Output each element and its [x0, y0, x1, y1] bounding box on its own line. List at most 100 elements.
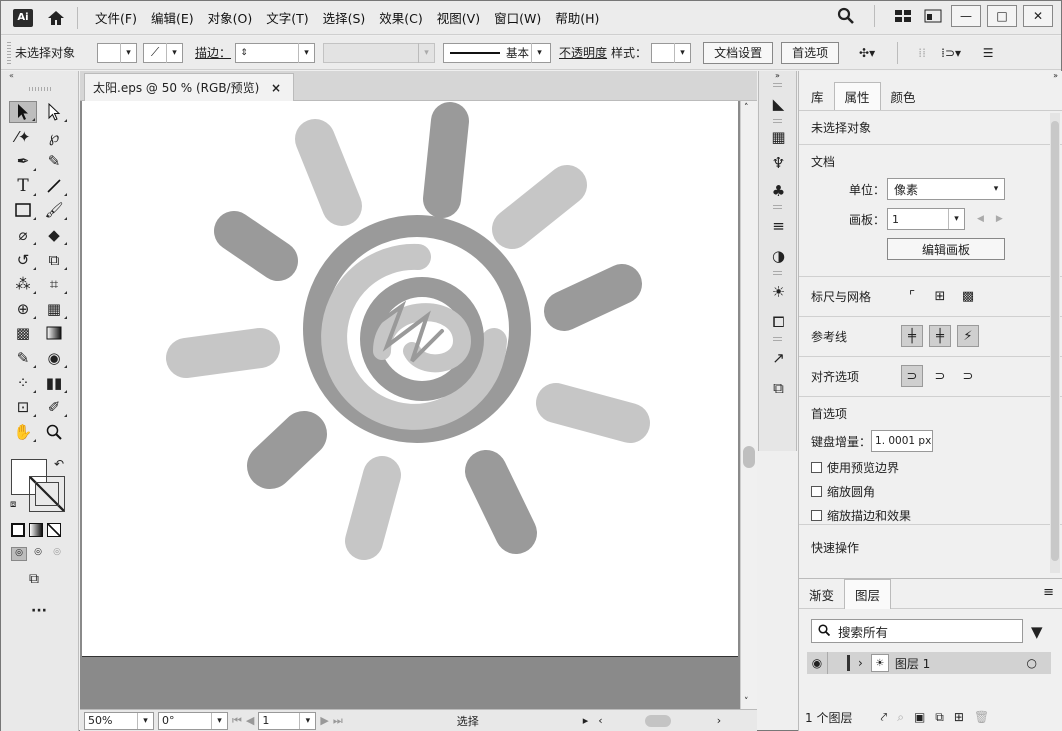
libraries-icon[interactable]: ◣: [759, 89, 798, 119]
checkbox-scale-corners[interactable]: 缩放圆角: [811, 483, 1050, 500]
delete-layer-icon[interactable]: 🗑: [974, 710, 989, 724]
search-icon[interactable]: [834, 5, 858, 27]
lock-toggle[interactable]: [827, 652, 847, 674]
artboard[interactable]: [82, 101, 738, 657]
mesh-tool-icon[interactable]: ▩: [9, 322, 37, 344]
snap-point-icon[interactable]: ⁞⊃▾: [934, 42, 968, 64]
menu-select[interactable]: 选择(S): [316, 8, 373, 27]
tab-color[interactable]: 颜色: [881, 82, 926, 110]
paintbrush-tool-icon[interactable]: 🖌: [40, 199, 68, 221]
layers-search-input[interactable]: 搜索所有: [811, 619, 1023, 643]
export-layer-icon[interactable]: ⤤: [880, 710, 887, 725]
artboard-dropdown[interactable]: 1 ▾: [887, 208, 965, 230]
tab-properties[interactable]: 属性: [833, 82, 881, 110]
chevron-right-icon[interactable]: ›: [858, 656, 863, 670]
default-fill-stroke-icon[interactable]: ⧈: [10, 499, 16, 510]
checkbox[interactable]: [811, 486, 822, 497]
swap-fill-stroke-icon[interactable]: ↶: [54, 457, 64, 471]
zoom-tool-icon[interactable]: [40, 421, 68, 443]
collapse-panel-icon[interactable]: »: [759, 71, 796, 83]
layer-row[interactable]: ◉ › ☀ 图层 1 ○: [807, 652, 1051, 674]
panel-menu-icon[interactable]: ☰: [976, 42, 1000, 64]
swatches-icon[interactable]: ▦: [759, 125, 798, 149]
tab-layers[interactable]: 图层: [844, 579, 892, 609]
selection-tool-icon[interactable]: [9, 101, 37, 123]
direct-selection-tool-icon[interactable]: [40, 101, 68, 123]
scroll-left-icon[interactable]: ‹: [598, 714, 602, 727]
appearance-icon[interactable]: ☀: [759, 277, 798, 307]
stroke-panel-icon[interactable]: ≡: [759, 211, 798, 241]
menu-view[interactable]: 视图(V): [430, 8, 487, 27]
more-tools-icon[interactable]: ···: [31, 603, 47, 619]
new-layer-icon[interactable]: ⊞: [954, 710, 964, 724]
minimize-button[interactable]: —: [951, 5, 981, 27]
checkbox[interactable]: [811, 510, 822, 521]
document-tab[interactable]: 太阳.eps @ 50 % (RGB/预览) ×: [84, 73, 294, 101]
artboard-number-dropdown[interactable]: 1 ▾: [258, 711, 317, 730]
artboards-icon[interactable]: ⧉: [759, 373, 798, 403]
scale-tool-icon[interactable]: ⧉: [40, 249, 68, 271]
graphic-styles-icon[interactable]: ⧠: [759, 307, 798, 337]
opacity-label[interactable]: 不透明度: [559, 44, 607, 61]
perspective-grid-tool-icon[interactable]: ▦: [40, 298, 68, 320]
grip-handle[interactable]: [7, 41, 11, 64]
symbols-icon[interactable]: ♣: [759, 177, 798, 205]
maximize-button[interactable]: □: [987, 5, 1017, 27]
document-setup-button[interactable]: 文档设置: [703, 41, 774, 64]
panel-menu-icon[interactable]: ≡: [1035, 579, 1062, 608]
symbol-sprayer-tool-icon[interactable]: ⁘: [9, 372, 37, 394]
preferences-button[interactable]: 首选项: [781, 41, 840, 64]
scroll-thumb[interactable]: [743, 446, 755, 468]
prev-artboard-icon[interactable]: ◀: [977, 214, 984, 224]
visibility-eye-icon[interactable]: ◉: [807, 656, 827, 670]
keyboard-increment-input[interactable]: 1. 0001 px: [871, 430, 934, 452]
blend-tool-icon[interactable]: ◉: [40, 347, 68, 369]
hand-tool-icon[interactable]: ✋: [9, 421, 37, 443]
scroll-thumb[interactable]: [1051, 121, 1059, 561]
draw-normal-icon[interactable]: ◎: [11, 547, 27, 561]
prev-artboard-icon[interactable]: ◀: [246, 714, 254, 727]
checkbox[interactable]: [811, 462, 822, 473]
home-icon[interactable]: [45, 8, 67, 28]
menu-help[interactable]: 帮助(H): [548, 8, 606, 27]
close-button[interactable]: ✕: [1023, 5, 1053, 27]
menu-type[interactable]: 文字(T): [259, 8, 315, 27]
lock-guides-icon[interactable]: ╪: [929, 325, 951, 347]
artboard-tool-icon[interactable]: ⊡: [9, 396, 37, 418]
free-transform-tool-icon[interactable]: ⌗: [40, 273, 68, 295]
align-icon[interactable]: ⁞⁞: [910, 42, 934, 64]
grid-icon[interactable]: ⊞: [929, 285, 951, 307]
draw-behind-icon[interactable]: ◎: [30, 547, 46, 561]
snap-to-point-icon[interactable]: ⊃: [901, 365, 923, 387]
zoom-dropdown[interactable]: 50% ▾: [84, 711, 154, 730]
vertical-scrollbar[interactable]: ˄ ˅: [740, 101, 757, 709]
rectangle-tool-icon[interactable]: [9, 199, 37, 221]
properties-scrollbar[interactable]: [1050, 113, 1060, 573]
slice-tool-icon[interactable]: ✐: [40, 396, 68, 418]
type-tool-icon[interactable]: T: [9, 175, 37, 197]
horizontal-scroll-thumb[interactable]: [644, 714, 671, 727]
edit-artboards-button[interactable]: 编辑画板: [887, 238, 1005, 260]
lasso-tool-icon[interactable]: ℘: [40, 126, 68, 148]
workspace-switcher-icon[interactable]: [891, 5, 915, 27]
rulers-icon[interactable]: ⌜: [901, 285, 923, 307]
stroke-weight-input[interactable]: ⇕ ▾: [235, 42, 316, 63]
graphic-style-dropdown[interactable]: ▾: [651, 42, 692, 63]
arrange-documents-icon[interactable]: [921, 5, 945, 27]
snap-to-pixel-icon[interactable]: ⊃: [957, 365, 979, 387]
rotate-tool-icon[interactable]: ↺: [9, 249, 37, 271]
show-guides-icon[interactable]: ╪: [901, 325, 923, 347]
gradient-icon[interactable]: [29, 523, 43, 537]
first-artboard-icon[interactable]: ⏮: [232, 714, 242, 728]
next-artboard-icon[interactable]: ▶: [320, 714, 328, 727]
canvas[interactable]: [80, 101, 740, 709]
layer-name[interactable]: 图层 1: [895, 655, 1027, 672]
fill-swatch-dropdown[interactable]: ▾: [97, 42, 138, 63]
curvature-tool-icon[interactable]: ✎: [40, 150, 68, 172]
menu-effect[interactable]: 效果(C): [372, 8, 429, 27]
stepper-icon[interactable]: ⇕: [236, 48, 252, 58]
close-tab-icon[interactable]: ×: [271, 81, 281, 95]
unit-dropdown[interactable]: 像素 ▾: [887, 178, 1005, 200]
scroll-right-icon[interactable]: ›: [717, 714, 721, 727]
screen-mode-icon[interactable]: ⧉: [29, 571, 39, 587]
